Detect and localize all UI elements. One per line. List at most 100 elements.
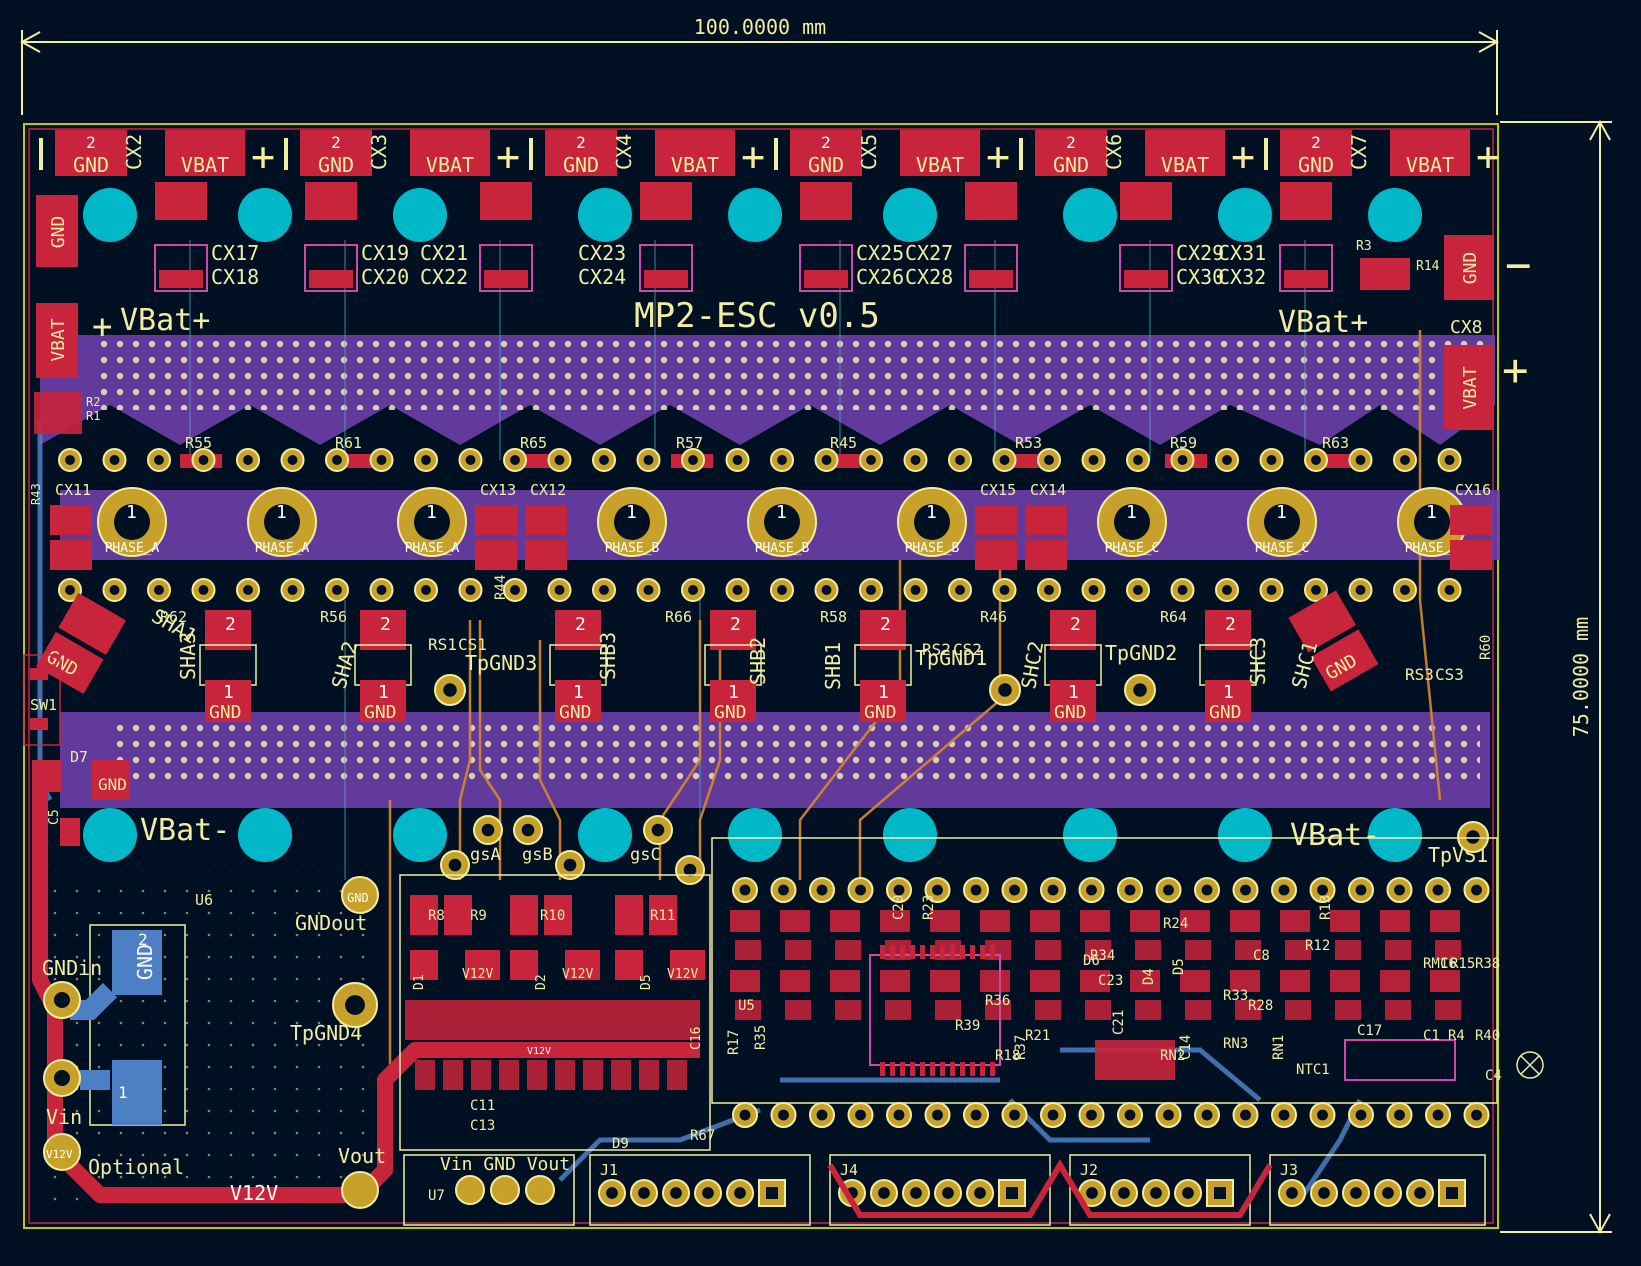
svg-text:CX8: CX8: [1450, 317, 1483, 338]
cap-label-a: CX25: [856, 241, 904, 265]
mid-cap-label: CX12: [530, 481, 566, 499]
fet-pad-hole: [866, 455, 876, 465]
smd-pad: [935, 940, 961, 960]
phase-terminal-pin: 1: [1426, 502, 1437, 523]
svg-text:GND: GND: [133, 944, 157, 980]
logic-part-label: NTC1: [1296, 1062, 1330, 1078]
fet-pin-number: 2: [225, 614, 236, 635]
dimension-width-label: 100.0000 mm: [694, 15, 826, 39]
header-pad-hole: [970, 884, 982, 896]
connector-vbat-label: VBAT: [1161, 153, 1209, 177]
driver-cap-pad: [499, 1060, 519, 1090]
header-pad-hole: [816, 884, 828, 896]
header-ref: J2: [1080, 1161, 1098, 1179]
pcb-layout-view[interactable]: 100.0000 mm 75.0000 mm V12V V12V 2GND CX…: [0, 0, 1641, 1266]
diode-label: V12V: [667, 967, 698, 982]
mid-cap-pad: [1025, 540, 1067, 570]
sw1-label: SW1: [30, 696, 57, 714]
connector-gnd-label: GND: [563, 153, 599, 177]
fet-pad-hole: [688, 455, 698, 465]
vout-label: Vout: [338, 1144, 386, 1168]
sense-label: RS1: [428, 635, 457, 654]
gate-testpoint-pad-hole: [521, 823, 535, 837]
fet-gnd-label: GND: [364, 702, 397, 723]
mounting-hole: [1218, 808, 1272, 862]
header-pad-hole: [1355, 1109, 1367, 1121]
smd-pad: [835, 1000, 861, 1020]
mcu-pin: [910, 1062, 915, 1076]
connector-gnd-label: GND: [1298, 153, 1334, 177]
fet-pad-hole: [1266, 455, 1277, 465]
v12v-trace-label: V12V: [230, 1181, 278, 1205]
phase-terminal-pin: 1: [626, 502, 637, 523]
cap-label-b: CX24: [578, 265, 626, 289]
fet-pad-hole: [821, 455, 832, 465]
cap-pad-top: [800, 182, 852, 220]
connector-vbat-label: VBAT: [671, 153, 719, 177]
fet-pad-hole: [243, 585, 253, 595]
fet-pad-hole: [554, 585, 565, 595]
fet-pad-hole: [910, 585, 921, 595]
mounting-hole: [883, 188, 937, 242]
mounting-hole: [1063, 808, 1117, 862]
svg-text:VBAT: VBAT: [1460, 366, 1481, 410]
header-ref: J1: [600, 1161, 618, 1179]
mid-cap-label: CX15: [980, 481, 1016, 499]
connector-ref: CX4: [612, 134, 636, 170]
logic-part-label: R36: [985, 993, 1010, 1009]
smd-pad: [785, 940, 811, 960]
smd-pad: [1035, 940, 1061, 960]
gate-testpoint-label: gsC: [630, 845, 661, 865]
fet-pad-hole: [999, 585, 1010, 595]
cap-label-b: CX22: [420, 265, 468, 289]
mcu-pin: [950, 945, 955, 959]
header-pad-hole: [1355, 884, 1367, 896]
cap-label-b: CX20: [361, 265, 409, 289]
phase-terminal-label: PHASE_A: [405, 541, 460, 556]
header-pin-hole: [766, 1187, 778, 1199]
testpoint-label: TpGND2: [1105, 641, 1177, 665]
cap-pad-top: [480, 182, 532, 220]
fet-pad-hole: [1355, 585, 1366, 595]
header-pad-hole: [893, 1109, 905, 1121]
logic-part-label: C20: [891, 895, 907, 920]
mcu-pin: [950, 1062, 955, 1076]
smd-pad: [885, 1000, 911, 1020]
fet-pad-hole: [421, 585, 431, 595]
header-ref: J3: [1280, 1161, 1298, 1179]
vbat-plus-via-field: [100, 340, 1490, 410]
logic-part-label: RN3: [1223, 1036, 1248, 1052]
fet-pin-number: 1: [223, 682, 234, 703]
cap-pad-bottom: [1284, 270, 1328, 288]
svg-text:VBAT: VBAT: [48, 318, 69, 362]
mcu-pin: [890, 945, 895, 959]
header-pad-hole: [932, 1109, 943, 1121]
logic-part-label: D4: [1141, 968, 1157, 985]
smd-pad: [1080, 910, 1110, 932]
cap-pad-bottom: [484, 270, 528, 288]
mid-cap-pad: [975, 505, 1017, 535]
connector-ref: CX3: [367, 134, 391, 170]
header-pin-hole: [734, 1187, 746, 1199]
phase-terminal-row: 1 PHASE_A 1 PHASE_A 1 PHASE_A 1 PHASE_B 1 PHASE_B…: [97, 487, 1467, 557]
smd-pad: [1330, 910, 1360, 932]
svg-text:V12V: V12V: [46, 1148, 73, 1161]
mounting-hole: [728, 188, 782, 242]
c5-label: C5: [47, 809, 62, 825]
u7-label: U7: [428, 1188, 445, 1204]
mcu-pin: [980, 1062, 985, 1076]
fet-pad-hole: [109, 455, 120, 465]
smd-pad: [1380, 970, 1410, 992]
fet-pad-hole: [643, 455, 654, 465]
header-pad-hole: [1317, 1109, 1328, 1121]
cap-label-a: CX17: [211, 241, 259, 265]
mcu-pin: [920, 945, 925, 959]
logic-part-label: R38: [1475, 956, 1500, 972]
header-pad-hole: [1124, 884, 1136, 896]
cap-pad-top: [640, 182, 692, 220]
mounting-hole: [1218, 188, 1272, 242]
connector-vbat-label: VBAT: [181, 153, 229, 177]
phase-terminal-label: PHASE_B: [905, 541, 960, 556]
header-pin-hole: [1182, 1187, 1194, 1199]
driver-part-label: D9: [612, 1136, 629, 1152]
